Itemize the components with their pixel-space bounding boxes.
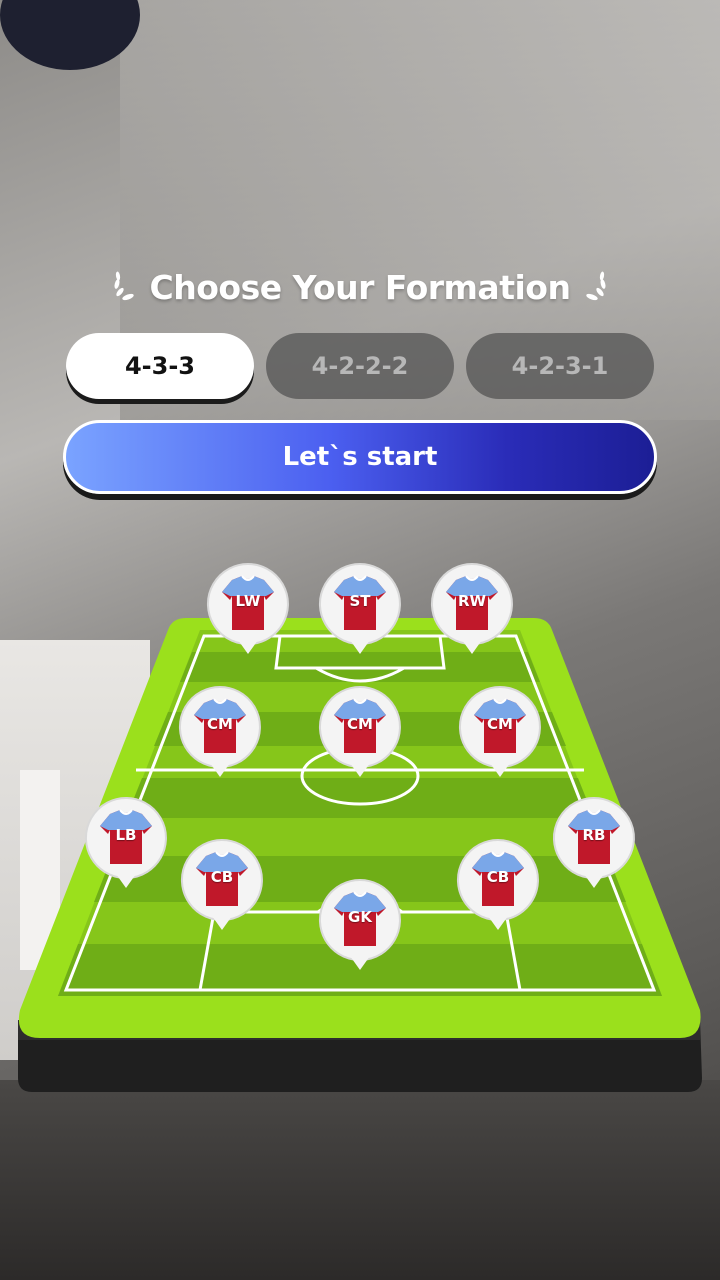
- player-position-label: CM: [207, 715, 233, 733]
- formation-tabs: 4-3-3 4-2-2-2 4-2-3-1: [66, 333, 656, 403]
- jersey-icon: [180, 839, 263, 930]
- background-balloon: [0, 0, 140, 70]
- formation-tab-4-3-3[interactable]: 4-3-3: [66, 333, 254, 399]
- player-position-label: CM: [347, 715, 373, 733]
- player-position-label: CB: [486, 868, 510, 886]
- player-cb-right[interactable]: CB: [456, 838, 540, 934]
- player-cb-left[interactable]: CB: [180, 838, 264, 934]
- jersey-icon: [318, 879, 401, 970]
- start-button[interactable]: Let`s start: [63, 420, 657, 494]
- jersey-icon: [458, 686, 541, 777]
- player-position-label: GK: [348, 908, 372, 926]
- jersey-icon: [318, 686, 401, 777]
- laurel-left-icon: [110, 268, 136, 307]
- player-position-label: RW: [457, 592, 487, 610]
- background-floor: [0, 1080, 720, 1280]
- player-cm-right[interactable]: CM: [458, 685, 542, 781]
- player-position-label: LB: [115, 826, 137, 844]
- jersey-icon: [552, 797, 635, 888]
- player-position-label: CB: [210, 868, 234, 886]
- laurel-right-icon: [584, 268, 610, 307]
- jersey-icon: [178, 686, 261, 777]
- player-position-label: LW: [235, 592, 261, 610]
- formation-tab-4-2-2-2[interactable]: 4-2-2-2: [266, 333, 454, 399]
- player-lw[interactable]: LW: [206, 562, 290, 658]
- player-cm-center[interactable]: CM: [318, 685, 402, 781]
- player-position-label: CM: [487, 715, 513, 733]
- jersey-icon: [456, 839, 539, 930]
- player-st[interactable]: ST: [318, 562, 402, 658]
- jersey-icon: [206, 563, 289, 654]
- jersey-icon: [318, 563, 401, 654]
- title-row: Choose Your Formation: [0, 262, 720, 312]
- player-lb[interactable]: LB: [84, 796, 168, 892]
- formation-tab-4-2-3-1[interactable]: 4-2-3-1: [466, 333, 654, 399]
- player-position-label: ST: [349, 592, 371, 610]
- player-rw[interactable]: RW: [430, 562, 514, 658]
- player-cm-left[interactable]: CM: [178, 685, 262, 781]
- jersey-icon: [430, 563, 513, 654]
- player-gk[interactable]: GK: [318, 878, 402, 974]
- player-position-label: RB: [582, 826, 606, 844]
- page-title: Choose Your Formation: [149, 267, 571, 307]
- player-rb[interactable]: RB: [552, 796, 636, 892]
- jersey-icon: [84, 797, 167, 888]
